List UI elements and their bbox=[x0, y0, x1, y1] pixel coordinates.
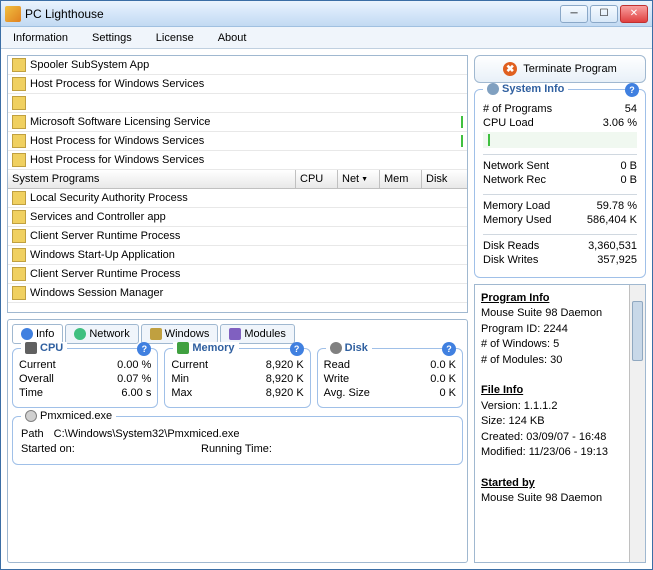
process-icon bbox=[12, 286, 26, 300]
process-list-header[interactable]: System Programs CPU Net▼ Mem Disk bbox=[8, 170, 467, 189]
modules-icon bbox=[229, 328, 241, 340]
process-icon bbox=[12, 134, 26, 148]
process-row[interactable] bbox=[8, 94, 467, 113]
program-info-panel: Program Info Mouse Suite 98 Daemon Progr… bbox=[474, 284, 646, 563]
window-title: PC Lighthouse bbox=[25, 7, 560, 21]
maximize-button[interactable]: ☐ bbox=[590, 5, 618, 23]
process-icon bbox=[12, 58, 26, 72]
process-name: Spooler SubSystem App bbox=[30, 59, 463, 71]
process-row[interactable]: Host Process for Windows Services bbox=[8, 151, 467, 170]
help-button[interactable]: ? bbox=[625, 83, 639, 97]
started-label: Started on: bbox=[21, 443, 191, 455]
help-button[interactable]: ? bbox=[290, 342, 304, 356]
process-name: Host Process for Windows Services bbox=[30, 78, 463, 90]
menu-settings[interactable]: Settings bbox=[88, 30, 136, 46]
tab-network[interactable]: Network bbox=[65, 324, 138, 344]
activity-bar bbox=[461, 116, 463, 128]
tab-info[interactable]: Info bbox=[12, 324, 63, 344]
tab-modules[interactable]: Modules bbox=[220, 324, 295, 344]
process-name: Client Server Runtime Process bbox=[30, 268, 463, 280]
process-icon bbox=[12, 210, 26, 224]
col-cpu[interactable]: CPU bbox=[295, 170, 337, 188]
col-disk[interactable]: Disk bbox=[421, 170, 463, 188]
scrollbar[interactable] bbox=[629, 285, 645, 562]
process-row[interactable]: Windows Start-Up Application bbox=[8, 246, 467, 265]
memory-group: Memory ? Current8,920 K Min8,920 K Max8,… bbox=[164, 348, 310, 408]
disk-icon bbox=[330, 342, 342, 354]
menu-license[interactable]: License bbox=[152, 30, 198, 46]
process-name: Services and Controller app bbox=[30, 211, 463, 223]
cpu-icon bbox=[25, 342, 37, 354]
app-icon bbox=[5, 6, 21, 22]
sort-arrow-icon: ▼ bbox=[361, 176, 368, 183]
help-button[interactable]: ? bbox=[137, 342, 151, 356]
close-button[interactable]: ✕ bbox=[620, 5, 648, 23]
process-icon bbox=[12, 267, 26, 281]
process-icon bbox=[12, 153, 26, 167]
process-name: Local Security Authority Process bbox=[30, 192, 463, 204]
process-row[interactable]: Client Server Runtime Process bbox=[8, 265, 467, 284]
disk-group: Disk ? Read0.0 K Write0.0 K Avg. Size0 K bbox=[317, 348, 463, 408]
titlebar[interactable]: PC Lighthouse ─ ☐ ✕ bbox=[1, 1, 652, 27]
terminate-button[interactable]: ✖ Terminate Program bbox=[474, 55, 646, 83]
process-row[interactable]: Spooler SubSystem App bbox=[8, 56, 467, 75]
process-name: Microsoft Software Licensing Service bbox=[30, 116, 431, 128]
process-row[interactable]: Client Server Runtime Process bbox=[8, 227, 467, 246]
executable-name: Pmxmiced.exe bbox=[40, 410, 112, 422]
system-info-group: System Info ? # of Programs54 CPU Load3.… bbox=[474, 89, 646, 278]
cpu-sparkline bbox=[488, 134, 490, 146]
menu-information[interactable]: Information bbox=[9, 30, 72, 46]
program-info-heading: Program Info bbox=[481, 292, 549, 304]
process-row[interactable]: Local Security Authority Process bbox=[8, 189, 467, 208]
activity-bar bbox=[461, 135, 463, 147]
scroll-thumb[interactable] bbox=[632, 301, 643, 361]
mouse-icon bbox=[25, 410, 37, 422]
process-name: Windows Start-Up Application bbox=[30, 249, 463, 261]
path-value: C:\Windows\System32\Pmxmiced.exe bbox=[54, 428, 240, 440]
process-icon bbox=[12, 77, 26, 91]
memory-icon bbox=[177, 342, 189, 354]
menubar: Information Settings License About bbox=[1, 27, 652, 49]
process-icon bbox=[12, 191, 26, 205]
details-panel: Info Network Windows Modules CPU ? Curre… bbox=[7, 319, 468, 563]
process-row[interactable]: Windows Session Manager bbox=[8, 284, 467, 303]
process-row[interactable]: Host Process for Windows Services bbox=[8, 75, 467, 94]
minimize-button[interactable]: ─ bbox=[560, 5, 588, 23]
executable-group: Pmxmiced.exe PathC:\Windows\System32\Pmx… bbox=[12, 416, 463, 465]
app-window: PC Lighthouse ─ ☐ ✕ Information Settings… bbox=[0, 0, 653, 570]
process-icon bbox=[12, 115, 26, 129]
process-row[interactable]: Services and Controller app bbox=[8, 208, 467, 227]
process-name: Host Process for Windows Services bbox=[30, 154, 463, 166]
process-icon bbox=[12, 96, 26, 110]
process-list[interactable]: Spooler SubSystem App Host Process for Wi… bbox=[7, 55, 468, 313]
menu-about[interactable]: About bbox=[214, 30, 251, 46]
info-icon bbox=[21, 328, 33, 340]
process-name: Client Server Runtime Process bbox=[30, 230, 463, 242]
terminate-icon: ✖ bbox=[503, 62, 517, 76]
process-row[interactable]: Microsoft Software Licensing Service bbox=[8, 113, 467, 132]
process-name: Windows Session Manager bbox=[30, 287, 463, 299]
network-icon bbox=[74, 328, 86, 340]
started-by-heading: Started by bbox=[481, 477, 535, 489]
path-label: Path bbox=[21, 428, 44, 440]
running-label: Running Time: bbox=[201, 443, 272, 455]
col-mem[interactable]: Mem bbox=[379, 170, 421, 188]
sysinfo-icon bbox=[487, 83, 499, 95]
process-row[interactable]: Host Process for Windows Services bbox=[8, 132, 467, 151]
process-icon bbox=[12, 229, 26, 243]
process-name: Host Process for Windows Services bbox=[30, 135, 431, 147]
cpu-group: CPU ? Current0.00 % Overall0.07 % Time6.… bbox=[12, 348, 158, 408]
help-button[interactable]: ? bbox=[442, 342, 456, 356]
col-net[interactable]: Net▼ bbox=[337, 170, 379, 188]
file-info-heading: File Info bbox=[481, 384, 523, 396]
process-icon bbox=[12, 248, 26, 262]
windows-icon bbox=[150, 328, 162, 340]
tab-windows[interactable]: Windows bbox=[141, 324, 219, 344]
col-name[interactable]: System Programs bbox=[12, 173, 295, 185]
